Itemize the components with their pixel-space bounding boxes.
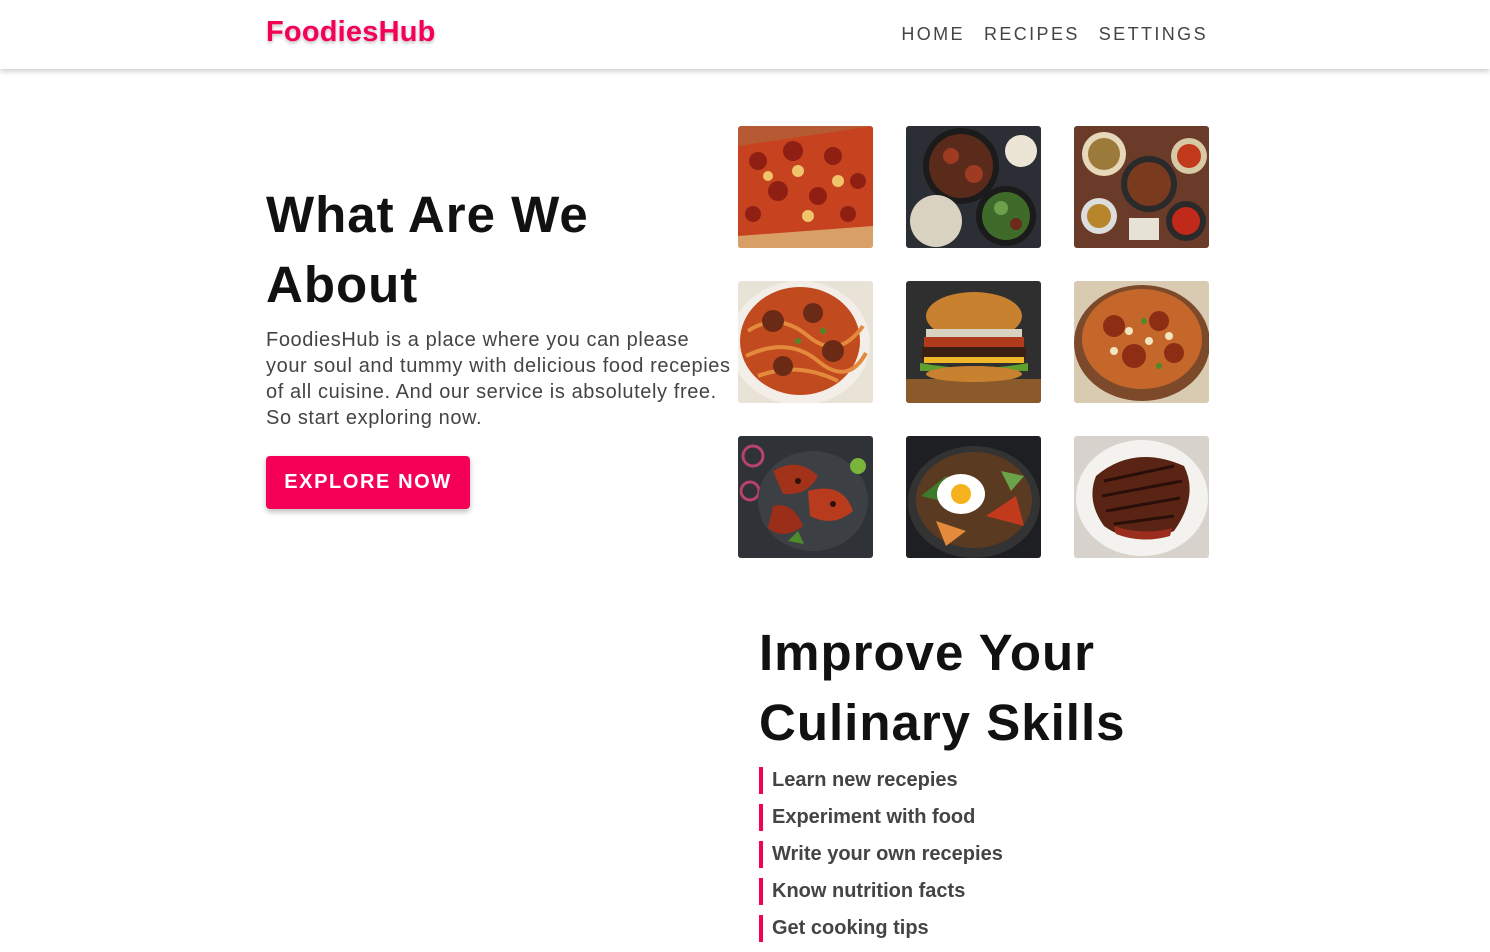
nav-recipes-link[interactable]: RECIPES: [984, 24, 1080, 45]
pizza-image: [738, 126, 873, 248]
steak-image: [1074, 436, 1209, 558]
about-title: What Are We About: [266, 186, 589, 313]
burger-image: [906, 281, 1041, 403]
logo-part-2: dies: [319, 16, 379, 48]
logo-part-3: Hub: [378, 16, 436, 48]
biryani-image: [1074, 281, 1209, 403]
brand-logo[interactable]: FoodiesHub: [266, 16, 436, 49]
tandoori-chicken-image: [738, 436, 873, 558]
skills-list: Learn new recepies Experiment with food …: [759, 767, 1003, 952]
explore-now-button[interactable]: EXPLORE NOW: [266, 456, 470, 509]
skill-item: Learn new recepies: [759, 767, 1003, 794]
logo-part-1: Foo: [266, 16, 320, 48]
bibimbap-image: [906, 436, 1041, 558]
skill-item: Experiment with food: [759, 804, 1003, 831]
about-description: FoodiesHub is a place where you can plea…: [266, 329, 731, 429]
navbar: FoodiesHub HOME RECIPES SETTINGS: [0, 0, 1490, 69]
spaghetti-meatballs-image: [738, 281, 873, 403]
nav-home-link[interactable]: HOME: [901, 24, 965, 45]
skill-item: Write your own recepies: [759, 841, 1003, 868]
asian-spread-image: [1074, 126, 1209, 248]
rice-bowl-image: [906, 126, 1041, 248]
skill-item: Know nutrition facts: [759, 878, 1003, 905]
nav-links: HOME RECIPES SETTINGS: [901, 24, 1208, 45]
skills-title: Improve Your Culinary Skills: [759, 624, 1126, 751]
skill-item: Get cooking tips: [759, 915, 1003, 942]
nav-settings-link[interactable]: SETTINGS: [1099, 24, 1208, 45]
